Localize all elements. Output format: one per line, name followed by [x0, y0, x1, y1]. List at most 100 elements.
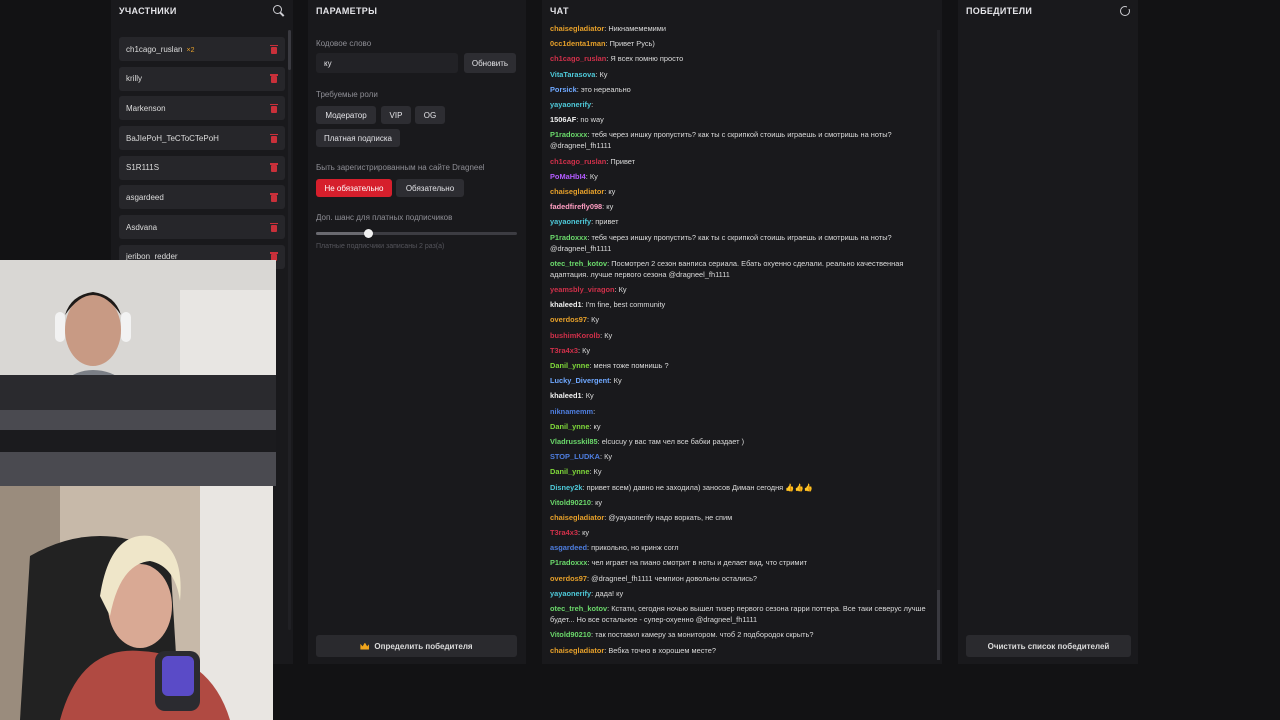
chat-nick[interactable]: khaleed1: [550, 300, 582, 309]
chat-message: yeamsbly_viragon: Ку: [550, 284, 930, 295]
trash-icon[interactable]: [270, 44, 278, 54]
chat-nick[interactable]: Lucky_Divergent: [550, 376, 610, 385]
required-button[interactable]: Обязательно: [396, 179, 464, 197]
chat-scrollbar[interactable]: [937, 30, 940, 660]
chat-nick[interactable]: ch1cago_ruslan: [550, 157, 606, 166]
chat-nick[interactable]: chaisegladiator: [550, 646, 604, 655]
chat-text: меня тоже помнишь ?: [593, 361, 669, 371]
chat-panel: ЧАТ chaisegladiator: Никнамемемими 0cc1de…: [542, 0, 942, 664]
chat-nick[interactable]: Danil_ynne: [550, 422, 589, 431]
chat-message: khaleed1: I'm fine, best community: [550, 299, 930, 310]
chat-text: I'm fine, best community: [585, 300, 666, 310]
chat-message: VitaTarasova: Ку: [550, 69, 930, 80]
chat-nick[interactable]: VitaTarasova: [550, 70, 595, 79]
chat-nick[interactable]: yayaonerify: [550, 100, 591, 109]
chat-nick[interactable]: otec_treh_kotov: [550, 604, 607, 613]
chat-text: Вебка точно в хорошем месте?: [608, 645, 716, 655]
participant-item[interactable]: Markenson: [119, 96, 285, 121]
participants-scroll-thumb[interactable]: [288, 30, 291, 70]
chat-nick[interactable]: P1radoxxx: [550, 130, 587, 139]
chat-text: ку: [606, 202, 614, 212]
chat-nick[interactable]: yeamsbly_viragon: [550, 285, 615, 294]
chat-nick[interactable]: overdos97: [550, 315, 587, 324]
chat-nick[interactable]: P1radoxxx: [550, 233, 587, 242]
chat-nick[interactable]: Porsick: [550, 85, 577, 94]
chat-nick[interactable]: asgardeed: [550, 543, 587, 552]
chat-message: chaisegladiator: Никнамемемими: [550, 23, 930, 34]
chat-text: Ку: [585, 391, 594, 401]
bonus-hint: Платные подписчики записаны 2 раз(а): [316, 243, 445, 250]
chat-nick[interactable]: chaisegladiator: [550, 187, 604, 196]
chat-nick[interactable]: bushimKorolb: [550, 331, 600, 340]
chat-nick[interactable]: Vladrusskil85: [550, 437, 598, 446]
trash-icon[interactable]: [270, 133, 278, 143]
trash-icon[interactable]: [270, 192, 278, 202]
participant-item[interactable]: ch1cago_ruslan ×2: [119, 37, 285, 61]
trash-icon[interactable]: [270, 222, 278, 232]
participant-item[interactable]: S1R111S: [119, 155, 285, 180]
chat-nick[interactable]: 1506AF: [550, 115, 576, 124]
clear-winners-button[interactable]: Очистить список победителей: [966, 635, 1131, 657]
chat-nick[interactable]: fadedfirefly098: [550, 202, 602, 211]
participant-name: Markenson: [126, 103, 166, 113]
participant-item[interactable]: krilly: [119, 66, 285, 91]
bonus-slider[interactable]: [316, 229, 517, 238]
trash-icon[interactable]: [270, 103, 278, 113]
chat-nick[interactable]: Vitold90210: [550, 498, 591, 507]
webcam-top: [0, 260, 276, 486]
role-vip-button[interactable]: VIP: [381, 106, 411, 124]
role-og-button[interactable]: OG: [415, 106, 445, 124]
participant-item[interactable]: BaJIePoH_TeCToCTePoH: [119, 126, 285, 151]
chat-nick[interactable]: khaleed1: [550, 391, 582, 400]
chat-nick[interactable]: PoMaHbI4: [550, 172, 586, 181]
webcam-bottom-image: [0, 486, 273, 720]
chat-nick[interactable]: otec_treh_kotov: [550, 259, 607, 268]
not-required-button[interactable]: Не обязательно: [316, 179, 392, 197]
participants-scrollbar[interactable]: [288, 30, 291, 630]
chat-nick[interactable]: yayaonerify: [550, 589, 591, 598]
chat-nick[interactable]: 0cc1denta1man: [550, 39, 605, 48]
chat-nick[interactable]: P1radoxxx: [550, 558, 587, 567]
chat-nick[interactable]: Danil_ynne: [550, 467, 589, 476]
role-subscription-button[interactable]: Платная подписка: [316, 129, 400, 147]
keyword-input[interactable]: ку: [316, 53, 458, 73]
chat-text: прикольно, но кринж согл: [591, 543, 679, 553]
refresh-icon[interactable]: [1120, 5, 1131, 16]
role-moderator-button[interactable]: Модератор: [316, 106, 376, 124]
chat-separator: :: [593, 406, 596, 416]
chat-nick[interactable]: yayaonerify: [550, 217, 591, 226]
chat-nick[interactable]: ch1cago_ruslan: [550, 54, 606, 63]
chat-text: Ку: [589, 171, 598, 181]
refresh-button[interactable]: Обновить: [464, 53, 516, 73]
chat-nick[interactable]: T3ra4x3: [550, 528, 578, 537]
chat-text: Привет Русь): [609, 39, 655, 49]
chat-text: Ку: [593, 467, 602, 477]
participants-header: УЧАСТНИКИ: [111, 0, 293, 22]
chat-message: chaisegladiator: @yayaonerify надо ворка…: [550, 512, 930, 523]
chat-nick[interactable]: niknamemm: [550, 407, 593, 416]
chat-message: Danil_ynne: ку: [550, 421, 930, 432]
crown-icon: [360, 642, 370, 650]
participant-name: krilly: [126, 74, 142, 84]
chat-nick[interactable]: T3ra4x3: [550, 346, 578, 355]
participant-item[interactable]: asgardeed: [119, 185, 285, 210]
trash-icon[interactable]: [270, 163, 278, 173]
chat-nick[interactable]: chaisegladiator: [550, 513, 604, 522]
params-panel: ПАРАМЕТРЫ Кодовое слово ку Обновить Треб…: [308, 0, 526, 664]
participants-list: ch1cago_ruslan ×2krilly Markenson BaJIePoH_…: [119, 37, 285, 275]
chat-message: chaisegladiator: ку: [550, 186, 930, 197]
chat-nick[interactable]: overdos97: [550, 574, 587, 583]
pick-winner-button[interactable]: Определить победителя: [316, 635, 517, 657]
chat-nick[interactable]: Disney2k: [550, 483, 582, 492]
chat-message: Vladrusskil85: elcucuy у вас там чел все…: [550, 436, 930, 447]
chat-nick[interactable]: Vitold90210: [550, 630, 591, 639]
participant-item[interactable]: Asdvana: [119, 215, 285, 240]
trash-icon[interactable]: [270, 74, 278, 84]
bonus-slider-knob[interactable]: [364, 229, 374, 238]
search-icon[interactable]: [273, 5, 285, 17]
chat-nick[interactable]: STOP_LUDKA: [550, 452, 600, 461]
chat-scroll-thumb[interactable]: [937, 590, 940, 660]
chat-text: ку: [582, 528, 590, 538]
chat-nick[interactable]: chaisegladiator: [550, 24, 604, 33]
chat-nick[interactable]: Danil_ynne: [550, 361, 589, 370]
